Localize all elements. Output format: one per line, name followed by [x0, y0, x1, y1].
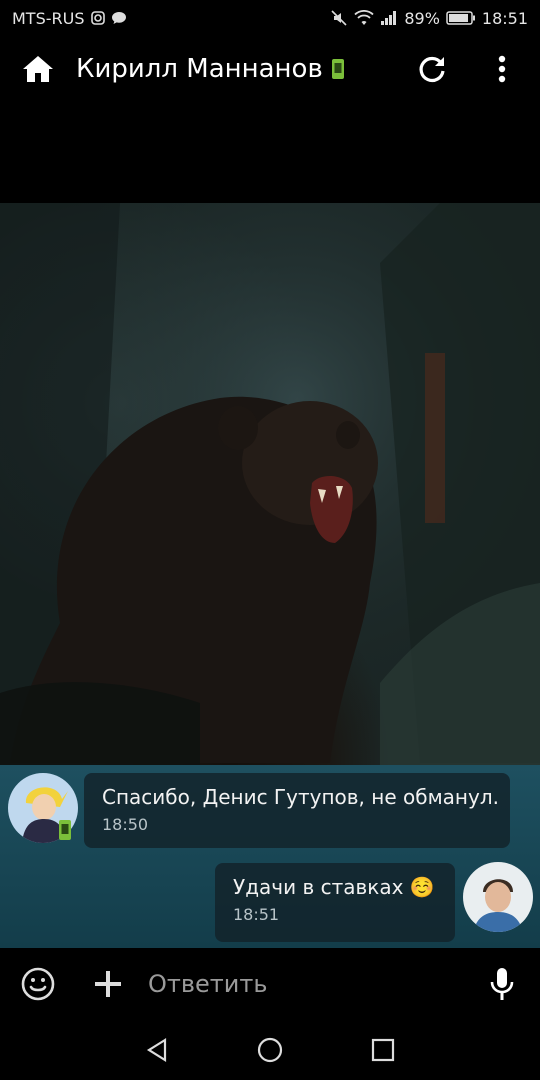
- plus-icon: [95, 971, 121, 997]
- chat-background-photo: [0, 203, 540, 765]
- nav-back-icon[interactable]: [145, 1037, 169, 1063]
- voice-message-button[interactable]: [480, 962, 524, 1006]
- page-title: Кирилл Маннанов: [76, 54, 323, 84]
- emoji-button[interactable]: [16, 962, 60, 1006]
- carrier-name: MTS-RUS: [12, 8, 85, 28]
- app-bar: Кирилл Маннанов: [0, 36, 540, 102]
- message-outgoing[interactable]: Удачи в ставках ☺️ 18:51: [215, 863, 455, 942]
- message-time: 18:51: [233, 905, 280, 924]
- emoji-icon: [21, 967, 55, 1001]
- system-nav-bar: [0, 1020, 540, 1080]
- message-text: Спасибо, Денис Гутупов, не обманул.: [102, 785, 499, 809]
- nav-home-icon[interactable]: [257, 1037, 283, 1063]
- more-vert-icon: [498, 55, 506, 83]
- my-avatar-image: [463, 862, 533, 932]
- home-icon: [23, 56, 53, 82]
- bear-photo-illustration: [0, 203, 540, 765]
- wifi-icon: [354, 10, 374, 25]
- status-bar: MTS-RUS 89% 18:51: [0, 0, 540, 36]
- clock: 18:51: [481, 8, 528, 28]
- reply-input[interactable]: Ответить: [148, 970, 480, 998]
- nav-recents-icon[interactable]: [371, 1038, 395, 1062]
- battery-percent: 89%: [404, 8, 440, 28]
- instagram-icon: [90, 11, 105, 25]
- message-time: 18:50: [102, 815, 149, 834]
- refresh-icon: [419, 56, 445, 83]
- mute-icon: [331, 10, 347, 26]
- mic-icon: [490, 968, 514, 1000]
- attach-button[interactable]: [86, 962, 130, 1006]
- message-incoming[interactable]: Спасибо, Денис Гутупов, не обманул. 18:5…: [84, 773, 510, 848]
- message-text: Удачи в ставках ☺️: [233, 875, 435, 899]
- my-avatar[interactable]: [463, 862, 533, 932]
- refresh-button[interactable]: [410, 47, 454, 91]
- message-notification-icon: [111, 12, 126, 24]
- battery-icon: [446, 11, 475, 25]
- composer-bar: Ответить: [0, 948, 540, 1020]
- page-title-wrap: Кирилл Маннанов: [76, 54, 345, 84]
- signal-icon: [381, 11, 397, 25]
- home-button[interactable]: [16, 47, 60, 91]
- mobile-badge-icon: [331, 59, 344, 79]
- contact-mobile-badge-icon: [59, 820, 71, 840]
- more-options-button[interactable]: [480, 47, 524, 91]
- chat-area: Спасибо, Денис Гутупов, не обманул. 18:5…: [0, 765, 540, 948]
